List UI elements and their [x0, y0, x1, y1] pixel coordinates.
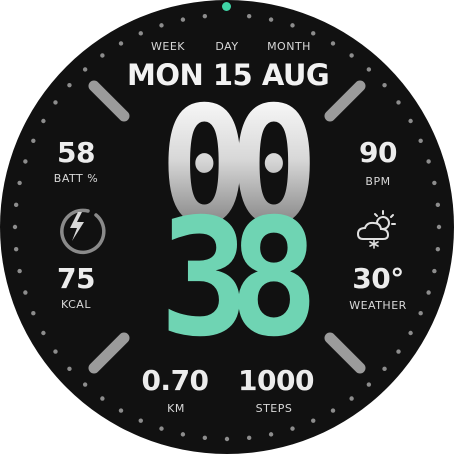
bezel-dot: [202, 13, 208, 19]
weather-label: WEATHER: [349, 299, 407, 312]
bezel-dot: [382, 366, 387, 372]
battery-value[interactable]: 58: [46, 136, 106, 169]
bezel-dot: [53, 349, 58, 354]
bezel-dot: [41, 118, 46, 124]
bezel-dot: [432, 180, 437, 186]
bezel-dot: [311, 31, 316, 36]
bezel-dot: [408, 330, 413, 336]
bezel-dot: [41, 330, 46, 336]
bezel-dot: [138, 418, 143, 423]
corner-bar-bottom-right: [324, 332, 366, 374]
bezel-dot: [159, 426, 164, 431]
bezel-dot: [67, 366, 72, 372]
bezel-dot: [418, 311, 423, 316]
bezel-dot: [436, 224, 442, 230]
bezel-dot: [246, 13, 252, 19]
bezel-dot: [268, 432, 274, 437]
bezel-dot: [202, 435, 208, 441]
bezel-dot: [17, 180, 22, 186]
bezel-dot: [426, 159, 431, 164]
calories-label: KCAL: [61, 298, 91, 311]
bezel-dot: [268, 17, 274, 22]
temperature-value[interactable]: 30°: [340, 262, 416, 295]
bezel-dot: [13, 246, 19, 252]
distance-label: KM: [167, 402, 185, 415]
bezel-dot: [349, 53, 354, 58]
bezel-dot: [53, 100, 58, 105]
bezel-dot: [23, 290, 28, 295]
bezel-dot: [159, 23, 164, 28]
steps-label: STEPS: [255, 402, 293, 415]
bezel-dot: [100, 53, 105, 58]
bezel-dot: [366, 67, 372, 72]
day-label: DAY: [215, 40, 239, 53]
bezel-dot: [82, 67, 88, 72]
bezel-dot: [290, 23, 295, 28]
bezel-dot: [311, 418, 316, 423]
bezel-dot: [180, 432, 186, 437]
heart-rate-value[interactable]: 90: [346, 136, 410, 169]
page-indicator-dot: [222, 2, 231, 11]
bezel-dot: [31, 311, 36, 316]
corner-bar-bottom-left: [88, 332, 130, 374]
watch-screen: WEEK DAY MONTH MON 15 AUG 00 38 58 BATT …: [0, 0, 454, 454]
weather-icon: [356, 210, 396, 249]
bezel-dot: [426, 290, 431, 295]
minutes-display: 38: [159, 185, 318, 373]
bezel-dot: [408, 118, 413, 124]
distance-value[interactable]: 0.70: [132, 364, 218, 397]
bezel-dot: [290, 426, 295, 431]
watch-face[interactable]: WEEK DAY MONTH MON 15 AUG 00 38 58 BATT …: [0, 0, 454, 454]
bezel-dot: [82, 382, 88, 387]
bezel-dot: [435, 246, 441, 252]
bezel-dot: [396, 100, 401, 105]
bezel-dot: [17, 268, 22, 274]
steps-value[interactable]: 1000: [230, 364, 322, 397]
bezel-dot: [432, 268, 437, 274]
heart-rate-label: BPM: [365, 175, 391, 188]
bezel-dot: [330, 41, 336, 46]
bezel-dot: [12, 224, 18, 230]
week-label: WEEK: [151, 40, 185, 53]
bezel-dot: [100, 396, 105, 401]
bezel-dot: [418, 138, 423, 143]
bezel-dot: [118, 408, 124, 413]
bezel-dot: [349, 396, 354, 401]
bezel-dot: [67, 82, 72, 88]
calories-value[interactable]: 75: [46, 262, 106, 295]
bezel-dot: [366, 382, 372, 387]
bezel-dot: [23, 159, 28, 164]
month-label: MONTH: [267, 40, 311, 53]
bezel-dot: [13, 202, 19, 208]
battery-label: BATT %: [53, 172, 99, 185]
bezel-dot: [118, 41, 124, 46]
bezel-dot: [31, 138, 36, 143]
bezel-dot: [396, 349, 401, 354]
bezel-dot: [330, 408, 336, 413]
battery-charging-icon: [60, 208, 106, 255]
corner-bar-top-left: [88, 80, 130, 122]
bezel-dot: [180, 17, 186, 22]
bezel-dot: [138, 31, 143, 36]
bezel-dot: [246, 435, 252, 441]
bezel-dot: [224, 436, 230, 442]
bezel-dot: [435, 202, 441, 208]
bezel-dot: [382, 82, 387, 88]
corner-bar-top-right: [324, 80, 366, 122]
